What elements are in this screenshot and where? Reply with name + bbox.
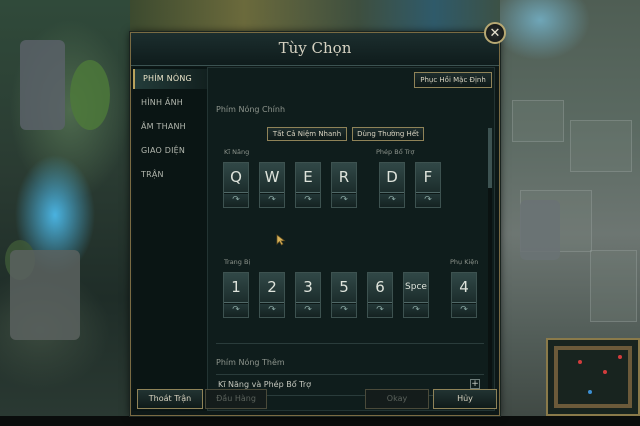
sidebar-item-sound[interactable]: ÂM THANH xyxy=(133,117,207,137)
dialog-title-bar: Tùy Chọn xyxy=(131,33,499,66)
content-scrollbar[interactable] xyxy=(488,128,492,398)
quickcast-toggle-icon[interactable]: ↷ xyxy=(452,304,476,317)
key-label: W xyxy=(260,163,284,193)
options-dialog: Tùy Chọn PHÍM NÓNG HÌNH ẢNH ÂM THANH GIA… xyxy=(130,32,500,416)
quickcast-toggle-icon[interactable]: ↷ xyxy=(224,304,248,317)
rock xyxy=(10,250,80,340)
key-label: 3 xyxy=(296,273,320,303)
minimap-marker xyxy=(603,370,607,374)
quickcast-toggle-icon[interactable]: ↷ xyxy=(260,194,284,207)
minimap-lane xyxy=(554,346,558,408)
hotkey-slot-ability-3[interactable]: E ↷ xyxy=(295,162,321,208)
key-label: F xyxy=(416,163,440,193)
key-label: 6 xyxy=(368,273,392,303)
floor-tile xyxy=(570,120,632,172)
trinket-label: Phụ Kiện xyxy=(450,258,479,266)
key-label: D xyxy=(380,163,404,193)
quickcast-toggle-icon[interactable]: ↷ xyxy=(416,194,440,207)
minimap-lane xyxy=(628,346,632,408)
key-label: 4 xyxy=(452,273,476,303)
floor-tile xyxy=(590,250,637,322)
summoner-spells-label: Phép Bổ Trợ xyxy=(376,148,415,156)
options-sidebar: PHÍM NÓNG HÌNH ẢNH ÂM THANH GIAO DIỆN TR… xyxy=(133,67,207,411)
sidebar-item-game[interactable]: TRẬN xyxy=(133,165,207,185)
quickcast-toggle-icon[interactable]: ↷ xyxy=(332,304,356,317)
sidebar-item-video[interactable]: HÌNH ẢNH xyxy=(133,93,207,113)
items-label: Trang Bị xyxy=(224,258,251,266)
hotkey-slot-item-6[interactable]: Spce ↷ xyxy=(403,272,429,318)
expand-plus-icon[interactable]: + xyxy=(470,379,480,389)
quickcast-toggle-icon[interactable]: ↷ xyxy=(368,304,392,317)
quickcast-toggle-icon[interactable]: ↷ xyxy=(224,194,248,207)
abilities-label: Kĩ Năng xyxy=(224,148,250,156)
hotkey-slot-item-3[interactable]: 3 ↷ xyxy=(295,272,321,318)
key-label: 1 xyxy=(224,273,248,303)
hotkey-slot-summoner-1[interactable]: D ↷ xyxy=(379,162,405,208)
rock xyxy=(20,40,65,130)
key-label: Q xyxy=(224,163,248,193)
hotkey-slot-ability-2[interactable]: W ↷ xyxy=(259,162,285,208)
minimap-lane xyxy=(554,346,632,350)
quickcast-toggle-icon[interactable]: ↷ xyxy=(380,194,404,207)
restore-defaults-button[interactable]: Phục Hồi Mặc Định xyxy=(414,72,492,88)
hotkeys-content: Phục Hồi Mặc Định Phím Nóng Chính Tất Cả… xyxy=(207,67,495,411)
hotkey-slot-item-2[interactable]: 2 ↷ xyxy=(259,272,285,318)
foliage xyxy=(70,60,110,130)
cursor-icon xyxy=(276,234,286,246)
quickcast-toggle-icon[interactable]: ↷ xyxy=(296,304,320,317)
bottom-hud-strip xyxy=(0,416,640,426)
cancel-button[interactable]: Hủy xyxy=(433,389,497,409)
minimap-lane xyxy=(558,404,632,408)
quickcast-toggle-icon[interactable]: ↷ xyxy=(260,304,284,317)
quickcast-toggle-icon[interactable]: ↷ xyxy=(332,194,356,207)
hotkey-slot-item-5[interactable]: 6 ↷ xyxy=(367,272,393,318)
hotkey-slot-item-4[interactable]: 5 ↷ xyxy=(331,272,357,318)
sidebar-item-interface[interactable]: GIAO DIỆN xyxy=(133,141,207,161)
scrollbar-thumb[interactable] xyxy=(488,128,492,188)
key-label: E xyxy=(296,163,320,193)
hotkey-slot-ability-4[interactable]: R ↷ xyxy=(331,162,357,208)
rock xyxy=(520,200,560,260)
quickcast-toggle-icon[interactable]: ↷ xyxy=(296,194,320,207)
key-label: R xyxy=(332,163,356,193)
extra-row-label: Kĩ Năng và Phép Bổ Trợ xyxy=(218,380,312,389)
hotkey-slot-trinket[interactable]: 4 ↷ xyxy=(451,272,477,318)
top-scenery xyxy=(130,0,510,32)
surrender-button[interactable]: Đầu Hàng xyxy=(205,389,267,409)
key-label: 2 xyxy=(260,273,284,303)
minimap[interactable] xyxy=(546,338,640,416)
floor-tile xyxy=(512,100,564,142)
main-hotkeys-label: Phím Nóng Chính xyxy=(216,105,286,114)
quickcast-all-button[interactable]: Tất Cả Niệm Nhanh xyxy=(267,127,347,141)
section-divider xyxy=(216,343,484,344)
sidebar-item-hotkeys[interactable]: PHÍM NÓNG xyxy=(133,69,207,89)
hotkey-slot-summoner-2[interactable]: F ↷ xyxy=(415,162,441,208)
minimap-marker xyxy=(618,355,622,359)
minimap-marker xyxy=(588,390,592,394)
key-label: Spce xyxy=(404,273,428,303)
dialog-title: Tùy Chọn xyxy=(278,39,352,57)
exit-match-button[interactable]: Thoát Trận xyxy=(137,389,203,409)
quickcast-toggle-icon[interactable]: ↷ xyxy=(404,304,428,317)
minimap-marker xyxy=(578,360,582,364)
hotkey-slot-item-1[interactable]: 1 ↷ xyxy=(223,272,249,318)
close-icon[interactable]: ✕ xyxy=(484,22,506,44)
normal-cast-all-button[interactable]: Dùng Thường Hết xyxy=(352,127,424,141)
hotkey-slot-ability-1[interactable]: Q ↷ xyxy=(223,162,249,208)
key-label: 5 xyxy=(332,273,356,303)
extra-hotkeys-label: Phím Nóng Thêm xyxy=(216,358,285,367)
okay-button[interactable]: Okay xyxy=(365,389,429,409)
